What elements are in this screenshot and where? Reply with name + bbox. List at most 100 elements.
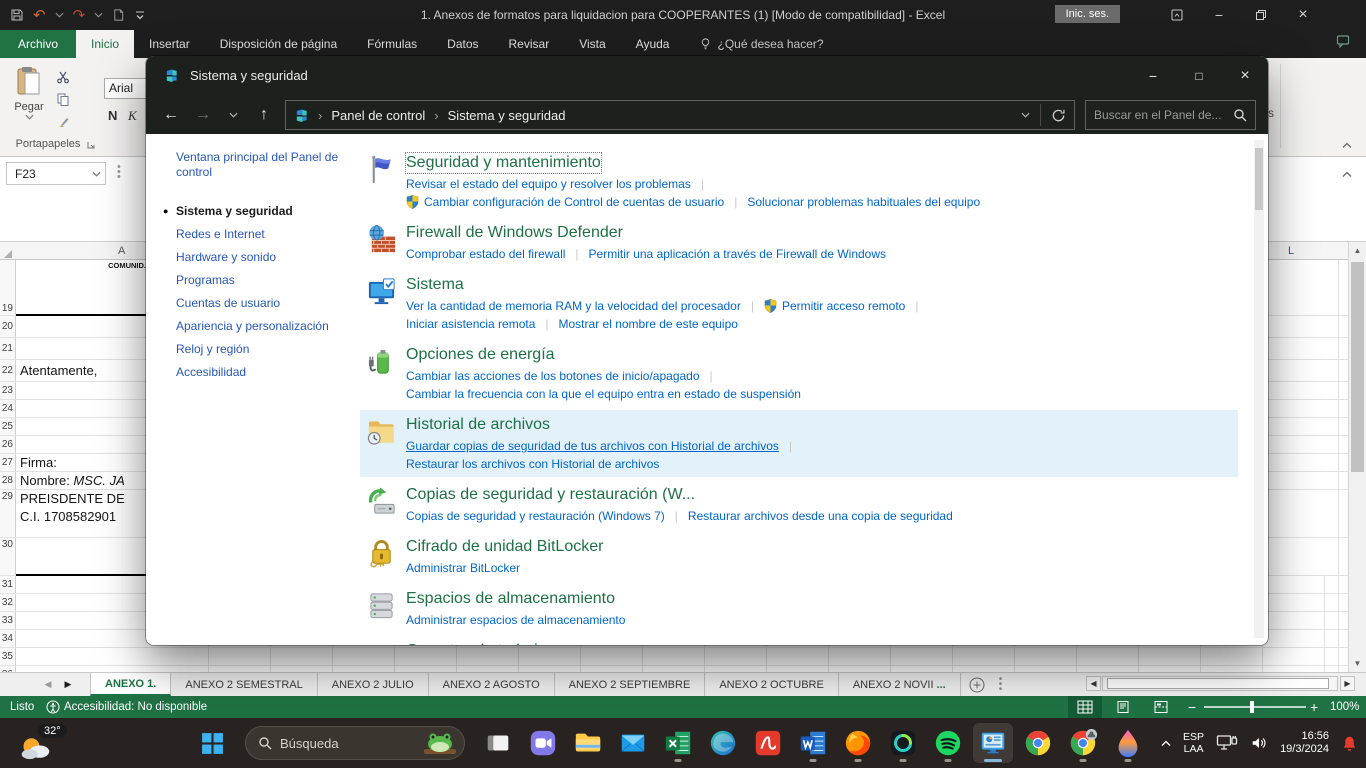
formula-bar-collapse-icon[interactable]: [1342, 171, 1352, 178]
section-title-bitlocker[interactable]: Cifrado de unidad BitLocker: [406, 537, 603, 557]
sidebar-item-sistema-y-seguridad[interactable]: ●Sistema y seguridad: [176, 200, 329, 223]
row-header-26[interactable]: 26: [0, 436, 16, 453]
back-icon[interactable]: ←: [156, 96, 186, 134]
taskbar-app-control-panel-app[interactable]: [973, 723, 1013, 763]
taskbar-app-spotify[interactable]: [928, 723, 968, 763]
cp-close-button[interactable]: ×: [1222, 56, 1268, 96]
start-button[interactable]: [192, 723, 232, 763]
sheet-tab-anexo-1-[interactable]: ANEXO 1.: [90, 673, 171, 696]
breadcrumb-sistema-y-seguridad[interactable]: Sistema y seguridad: [448, 108, 566, 123]
zoom-slider-track[interactable]: [1204, 706, 1306, 708]
tab-strip-resize-handle[interactable]: •••: [999, 677, 1003, 696]
vertical-scrollbar-thumb[interactable]: [1351, 262, 1364, 472]
weather-widget[interactable]: 32°: [12, 722, 90, 764]
scroll-left-icon[interactable]: ◀: [1086, 676, 1101, 691]
tab-inicio[interactable]: Inicio: [76, 30, 134, 58]
link-guardar-copias-de-seguridad-de-tus-archi[interactable]: Guardar copias de seguridad de tus archi…: [406, 439, 779, 453]
row-header-21[interactable]: 21: [0, 338, 16, 359]
tab-f-rmulas[interactable]: Fórmulas: [352, 30, 432, 58]
breadcrumb-panel-de-control[interactable]: Panel de control: [331, 108, 425, 123]
taskbar-app-excel-app[interactable]: [658, 723, 698, 763]
row-header-30[interactable]: 30: [0, 538, 16, 575]
taskbar-app-mail[interactable]: [613, 723, 653, 763]
link-cambiar-las-acciones-de-los-botones-de-i[interactable]: Cambiar las acciones de los botones de i…: [406, 369, 700, 383]
excel-minimize-button[interactable]: −: [1198, 0, 1240, 30]
sidebar-item-reloj-y-regi-n[interactable]: Reloj y región: [176, 338, 329, 361]
cp-scrollbar-thumb[interactable]: [1255, 148, 1263, 210]
cell-a22[interactable]: Atentamente,: [20, 363, 97, 378]
row-header-25[interactable]: 25: [0, 418, 16, 435]
view-page-break-icon[interactable]: [1144, 696, 1178, 718]
refresh-icon[interactable]: [1051, 108, 1066, 123]
link-copias-de-seguridad-y-restauraci-n-windo[interactable]: Copias de seguridad y restauración (Wind…: [406, 509, 665, 523]
taskbar-app-pdf-app[interactable]: [748, 723, 788, 763]
ribbon-display-options-icon[interactable]: [1156, 0, 1198, 30]
cp-search-box[interactable]: [1085, 100, 1256, 130]
row-header-27[interactable]: 27: [0, 454, 16, 471]
link-permitir-una-aplicaci-n-a-trav-s-de-fire[interactable]: Permitir una aplicación a través de Fire…: [589, 247, 886, 261]
horizontal-scrollbar[interactable]: ◀ ▶: [1086, 676, 1356, 691]
column-header-l[interactable]: L: [1288, 242, 1294, 260]
scroll-right-icon[interactable]: ▶: [1340, 676, 1355, 691]
link-solucionar-problemas-habituales-del-equi[interactable]: Solucionar problemas habituales del equi…: [747, 195, 980, 209]
link-administrar-bitlocker[interactable]: Administrar BitLocker: [406, 561, 520, 575]
row-header-33[interactable]: 33: [0, 612, 16, 629]
link-comprobar-estado-del-firewall[interactable]: Comprobar estado del firewall: [406, 247, 565, 261]
new-sheet-icon[interactable]: [969, 677, 985, 696]
signin-button[interactable]: Inic. ses.: [1055, 5, 1120, 23]
link-mostrar-el-nombre-de-este-equipo[interactable]: Mostrar el nombre de este equipo: [559, 317, 738, 331]
tab-revisar[interactable]: Revisar: [494, 30, 565, 58]
volume-icon[interactable]: [1250, 734, 1268, 752]
link-administrar-espacios-de-almacenamiento[interactable]: Administrar espacios de almacenamiento: [406, 613, 625, 627]
sheet-tab-anexo-2-agosto[interactable]: ANEXO 2 AGOSTO: [429, 673, 555, 696]
comment-icon[interactable]: [1336, 34, 1350, 48]
paste-button[interactable]: Pegar: [10, 66, 48, 120]
sidebar-item-hardware-y-sonido[interactable]: Hardware y sonido: [176, 246, 329, 269]
italic-button[interactable]: K: [128, 108, 137, 124]
search-icon[interactable]: [1233, 108, 1247, 122]
horizontal-scrollbar-thumb[interactable]: [1107, 678, 1329, 689]
sidebar-item-apariencia-y-personalizaci-n[interactable]: Apariencia y personalización: [176, 315, 329, 338]
select-all-corner[interactable]: [4, 250, 12, 258]
cp-minimize-button[interactable]: −: [1130, 56, 1176, 96]
name-box[interactable]: F23: [6, 162, 106, 185]
sidebar-home-link[interactable]: Ventana principal del Panel de control: [176, 150, 344, 180]
sidebar-item-programas[interactable]: Programas: [176, 269, 329, 292]
cell-a27[interactable]: Firma:: [20, 455, 57, 470]
cell-a19[interactable]: COMUNID.: [16, 261, 146, 270]
notification-bell-icon[interactable]: [1341, 735, 1358, 752]
link-cambiar-configuraci-n-de-control-de-cuen[interactable]: Cambiar configuración de Control de cuen…: [424, 195, 724, 209]
taskbar-app-chrome[interactable]: [1018, 723, 1058, 763]
address-bar[interactable]: › Panel de control › Sistema y seguridad: [285, 100, 1075, 130]
section-title-work-folders[interactable]: Carpetas de trabajo: [406, 641, 547, 645]
name-box-dropdown-icon[interactable]: [92, 171, 101, 177]
cut-icon[interactable]: [56, 70, 70, 84]
view-normal-icon[interactable]: [1068, 696, 1102, 718]
scroll-up-icon[interactable]: ▲: [1349, 242, 1366, 259]
taskbar-app-task-view[interactable]: [478, 723, 518, 763]
taskbar-app-zoom-app[interactable]: [523, 723, 563, 763]
link-cambiar-la-frecuencia-con-la-que-el-equi[interactable]: Cambiar la frecuencia con la que el equi…: [406, 387, 801, 401]
horizontal-scrollbar-track[interactable]: [1102, 676, 1338, 691]
link-restaurar-los-archivos-con-historial-de-[interactable]: Restaurar los archivos con Historial de …: [406, 457, 659, 471]
zoom-level[interactable]: 100%: [1330, 696, 1359, 718]
up-icon[interactable]: ↑: [250, 96, 278, 134]
recent-pages-icon[interactable]: [220, 96, 246, 134]
formula-bar-resize-handle[interactable]: •••: [117, 165, 121, 180]
sheet-tab-anexo-2-julio[interactable]: ANEXO 2 JULIO: [318, 673, 429, 696]
row-header-29[interactable]: 29: [0, 490, 16, 537]
tab-insertar[interactable]: Insertar: [134, 30, 205, 58]
row-header-23[interactable]: 23: [0, 382, 16, 399]
taskbar-app-paint-drop[interactable]: [1108, 723, 1148, 763]
sheet-tab-anexo-2-semestral[interactable]: ANEXO 2 SEMESTRAL: [171, 673, 317, 696]
tab-ayuda[interactable]: Ayuda: [621, 30, 685, 58]
tab-datos[interactable]: Datos: [432, 30, 493, 58]
tab-disposici-n-de-p-gina[interactable]: Disposición de página: [205, 30, 352, 58]
row-header-34[interactable]: 34: [0, 630, 16, 647]
cell-a29-line1[interactable]: PREISDENTE DE: [20, 491, 146, 506]
clock[interactable]: 16:56 19/3/2024: [1280, 730, 1329, 756]
view-page-layout-icon[interactable]: [1106, 696, 1140, 718]
cp-search-input[interactable]: [1094, 108, 1233, 122]
taskbar-app-file-explorer[interactable]: [568, 723, 608, 763]
sidebar-item-redes-e-internet[interactable]: Redes e Internet: [176, 223, 329, 246]
